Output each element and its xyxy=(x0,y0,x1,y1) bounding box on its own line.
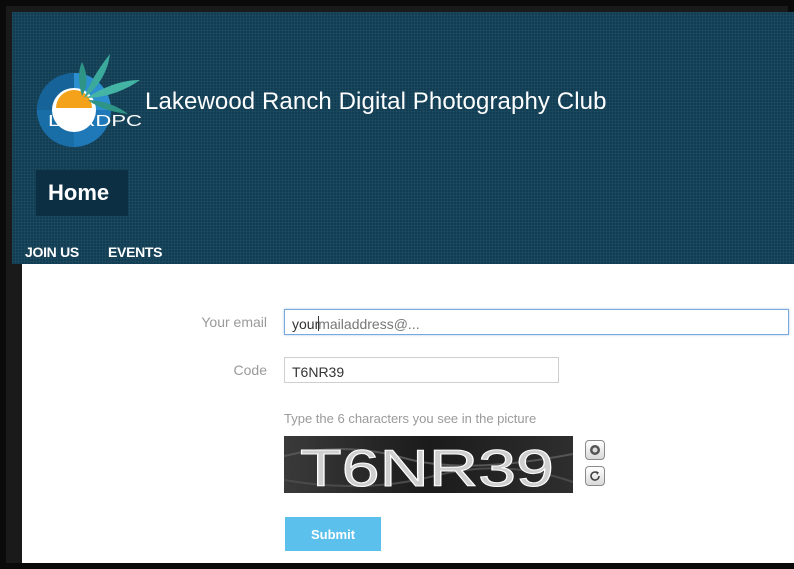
submit-label: Submit xyxy=(310,526,356,542)
email-label: Your email xyxy=(201,314,267,330)
code-value: T6NR39 xyxy=(292,364,345,380)
captcha-hint: Type the 6 characters you see in the pic… xyxy=(284,411,537,426)
logo-text: LWRDPC xyxy=(48,113,142,130)
captcha-audio-button[interactable] xyxy=(585,440,605,460)
code-field[interactable]: T6NR39 xyxy=(284,357,559,383)
speaker-icon xyxy=(590,445,600,455)
email-typed-text: your xyxy=(292,316,320,332)
captcha-refresh-button[interactable] xyxy=(585,466,605,486)
site-header: LWRDPC Lakewood Ranch Digital Photograph… xyxy=(12,12,794,264)
nav-home[interactable]: Home xyxy=(36,170,128,216)
code-label: Code xyxy=(233,362,267,378)
nav-home-label: Home xyxy=(48,180,110,205)
site-title[interactable]: Lakewood Ranch Digital Photography Club xyxy=(145,88,607,116)
nav-events[interactable]: EVENTS xyxy=(108,244,163,260)
refresh-icon xyxy=(590,471,600,481)
email-field[interactable]: yourmailaddress@... xyxy=(284,309,789,335)
email-placeholder: mailaddress@... xyxy=(318,316,420,332)
captcha-text: T6NR39 xyxy=(300,440,554,493)
nav-join-us[interactable]: JOIN US xyxy=(25,244,79,260)
captcha-image: T6NR39 xyxy=(284,436,573,493)
club-logo[interactable]: LWRDPC xyxy=(32,50,144,150)
submit-button[interactable]: Submit xyxy=(285,517,381,551)
